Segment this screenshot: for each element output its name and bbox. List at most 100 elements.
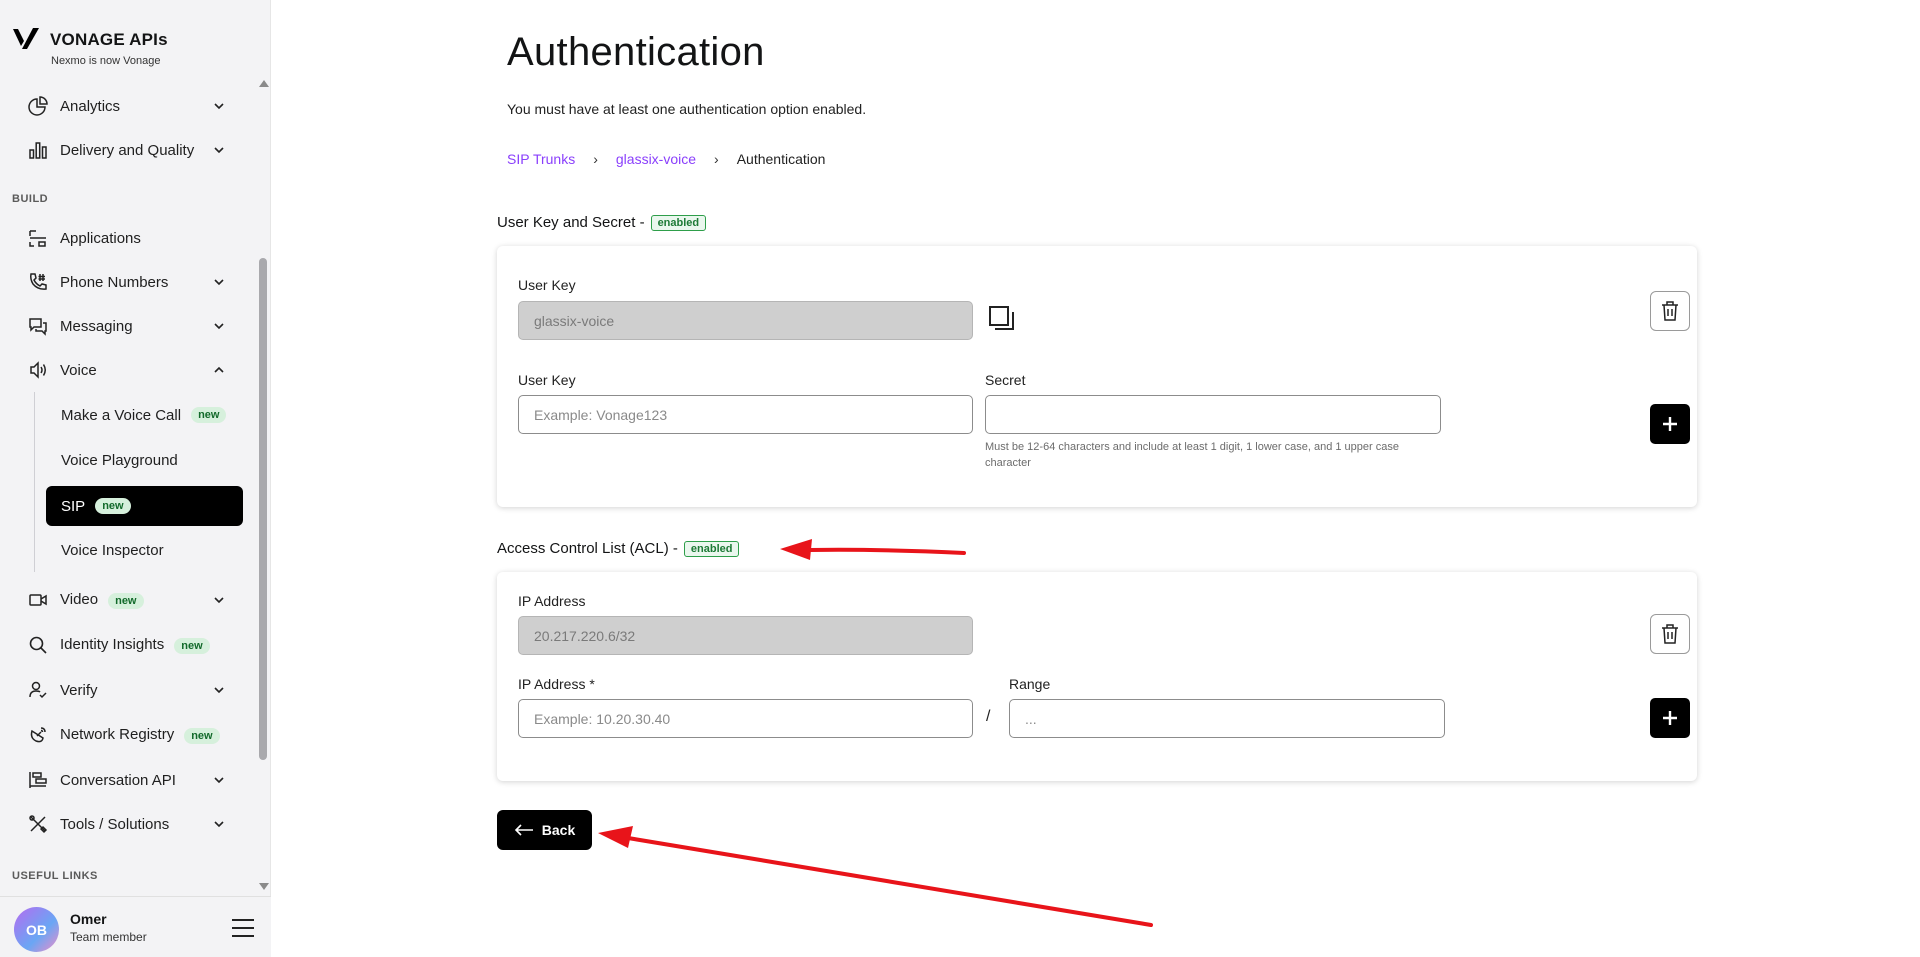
sidebar-item-label: Conversation API	[60, 771, 176, 789]
sidebar-item-voice[interactable]: Voice	[0, 350, 255, 390]
sidebar-subitem-voice-playground[interactable]: Voice Playground	[46, 440, 243, 480]
new-badge: new	[95, 498, 131, 514]
sidebar-subitem-sip[interactable]: SIP new	[46, 486, 243, 526]
sidebar-item-phone-numbers[interactable]: Phone Numbers	[0, 262, 255, 302]
trash-icon	[1662, 624, 1678, 644]
video-camera-icon	[26, 588, 50, 612]
arrow-left-icon	[514, 824, 533, 836]
submenu-guide-line	[34, 392, 35, 572]
sidebar-item-label: Video new	[60, 591, 144, 609]
copy-icon[interactable]	[987, 304, 1017, 334]
delete-ip-button[interactable]	[1650, 614, 1690, 654]
sidebar-item-label: Analytics	[60, 97, 121, 115]
conversation-icon	[26, 768, 50, 792]
range-slash: /	[986, 708, 991, 725]
sidebar-item-label: Delivery and Quality	[60, 141, 195, 159]
section-heading-useful-links: USEFUL LINKS	[12, 870, 98, 882]
add-ip-button[interactable]	[1650, 698, 1690, 738]
new-user-key-input[interactable]	[518, 395, 973, 434]
status-badge: enabled	[650, 214, 707, 231]
sidebar-item-applications[interactable]: Applications	[0, 218, 255, 258]
main-content: Authentication You must have at least on…	[271, 0, 1920, 957]
phone-hash-icon	[26, 270, 50, 294]
secret-input[interactable]	[985, 395, 1441, 434]
section-heading-build: BUILD	[12, 193, 49, 205]
sidebar-item-video[interactable]: Video new	[0, 580, 255, 620]
page-title: Authentication	[507, 30, 765, 74]
delete-user-key-button[interactable]	[1650, 291, 1690, 331]
vonage-logo-icon	[13, 28, 39, 49]
sidebar-subitem-voice-inspector[interactable]: Voice Inspector	[46, 530, 243, 570]
sidebar-item-label: Verify	[60, 681, 98, 699]
section-title: Access Control List (ACL) -	[497, 540, 678, 557]
menu-icon[interactable]	[232, 919, 254, 937]
new-ip-input[interactable]	[518, 699, 973, 738]
sidebar-subitem-make-voice-call[interactable]: Make a Voice Call new	[46, 395, 243, 435]
sidebar-subitem-label: Voice Inspector	[61, 541, 164, 559]
new-badge: new	[184, 727, 220, 744]
chat-icon	[26, 314, 50, 338]
scroll-up-arrow-icon[interactable]	[259, 80, 269, 87]
scroll-down-arrow-icon[interactable]	[259, 883, 269, 890]
acl-section-heading: Access Control List (ACL) - enabled	[497, 540, 740, 557]
breadcrumb-separator: ›	[714, 151, 719, 167]
breadcrumb-sip-trunks-link[interactable]: SIP Trunks	[507, 151, 575, 167]
sidebar-item-label: Messaging	[60, 317, 133, 335]
sidebar-item-label: Phone Numbers	[60, 273, 169, 291]
sidebar-subitem-label: SIP	[61, 497, 86, 515]
new-badge: new	[108, 592, 144, 609]
avatar[interactable]: OB	[14, 907, 59, 952]
brand-title: VONAGE APIs	[50, 30, 168, 49]
sidebar-item-label: Applications	[60, 229, 141, 247]
chevron-down-icon	[214, 323, 224, 330]
chevron-down-icon	[214, 147, 224, 154]
plus-icon	[1663, 417, 1677, 431]
chevron-down-icon	[214, 597, 224, 604]
chevron-down-icon	[214, 103, 224, 110]
sidebar: VONAGE APIs Nexmo is now Vonage Analytic…	[0, 0, 271, 957]
trash-icon	[1662, 301, 1678, 321]
user-bar: OB Omer Team member	[0, 896, 271, 957]
sidebar-nav: Analytics Delivery and Quality BUILD App…	[0, 86, 255, 890]
back-button-label: Back	[541, 822, 576, 838]
existing-user-key-label: User Key	[518, 277, 576, 293]
sidebar-item-identity-insights[interactable]: Identity Insights new	[0, 625, 255, 665]
sidebar-subitem-label: Make a Voice Call	[61, 406, 182, 424]
existing-user-key-field	[518, 301, 973, 340]
add-user-key-button[interactable]	[1650, 404, 1690, 444]
sidebar-item-tools-solutions[interactable]: Tools / Solutions	[0, 804, 255, 844]
breadcrumb-separator: ›	[593, 151, 598, 167]
sidebar-item-label: Tools / Solutions	[60, 815, 170, 833]
page-description: You must have at least one authenticatio…	[507, 101, 867, 117]
sidebar-item-label: Voice	[60, 361, 97, 379]
sidebar-scrollbar[interactable]	[256, 80, 270, 890]
sidebar-item-messaging[interactable]: Messaging	[0, 306, 255, 346]
breadcrumb-current: Authentication	[736, 151, 826, 167]
sidebar-item-delivery-quality[interactable]: Delivery and Quality	[0, 130, 255, 170]
secret-label: Secret	[985, 372, 1026, 388]
sidebar-item-label: Identity Insights new	[60, 636, 210, 654]
sidebar-subitem-label: Voice Playground	[61, 451, 178, 469]
sidebar-item-network-registry[interactable]: Network Registry new	[0, 715, 255, 755]
back-button[interactable]: Back	[497, 810, 592, 850]
new-badge: new	[191, 407, 227, 423]
sidebar-item-conversation-api[interactable]: Conversation API	[0, 760, 255, 800]
existing-ip-label: IP Address	[518, 593, 586, 609]
pie-chart-icon	[26, 94, 50, 118]
sidebar-item-analytics[interactable]: Analytics	[0, 86, 255, 126]
breadcrumb: SIP Trunks › glassix-voice › Authenticat…	[507, 151, 825, 167]
sidebar-item-verify[interactable]: Verify	[0, 670, 255, 710]
sidebar-item-label: Network Registry new	[60, 726, 220, 744]
user-role: Team member	[70, 930, 147, 944]
speaker-icon	[26, 358, 50, 382]
user-key-section-heading: User Key and Secret - enabled	[497, 214, 707, 231]
tools-icon	[26, 812, 50, 836]
scrollbar-thumb[interactable]	[259, 258, 267, 760]
user-key-card: User Key User Key Secret Must be 12-64 c…	[497, 246, 1697, 507]
breadcrumb-trunk-link[interactable]: glassix-voice	[616, 151, 696, 167]
new-user-key-label: User Key	[518, 372, 576, 388]
status-badge: enabled	[683, 540, 740, 557]
user-check-icon	[26, 678, 50, 702]
new-ip-label: IP Address *	[518, 676, 595, 692]
range-input[interactable]	[1009, 699, 1445, 738]
